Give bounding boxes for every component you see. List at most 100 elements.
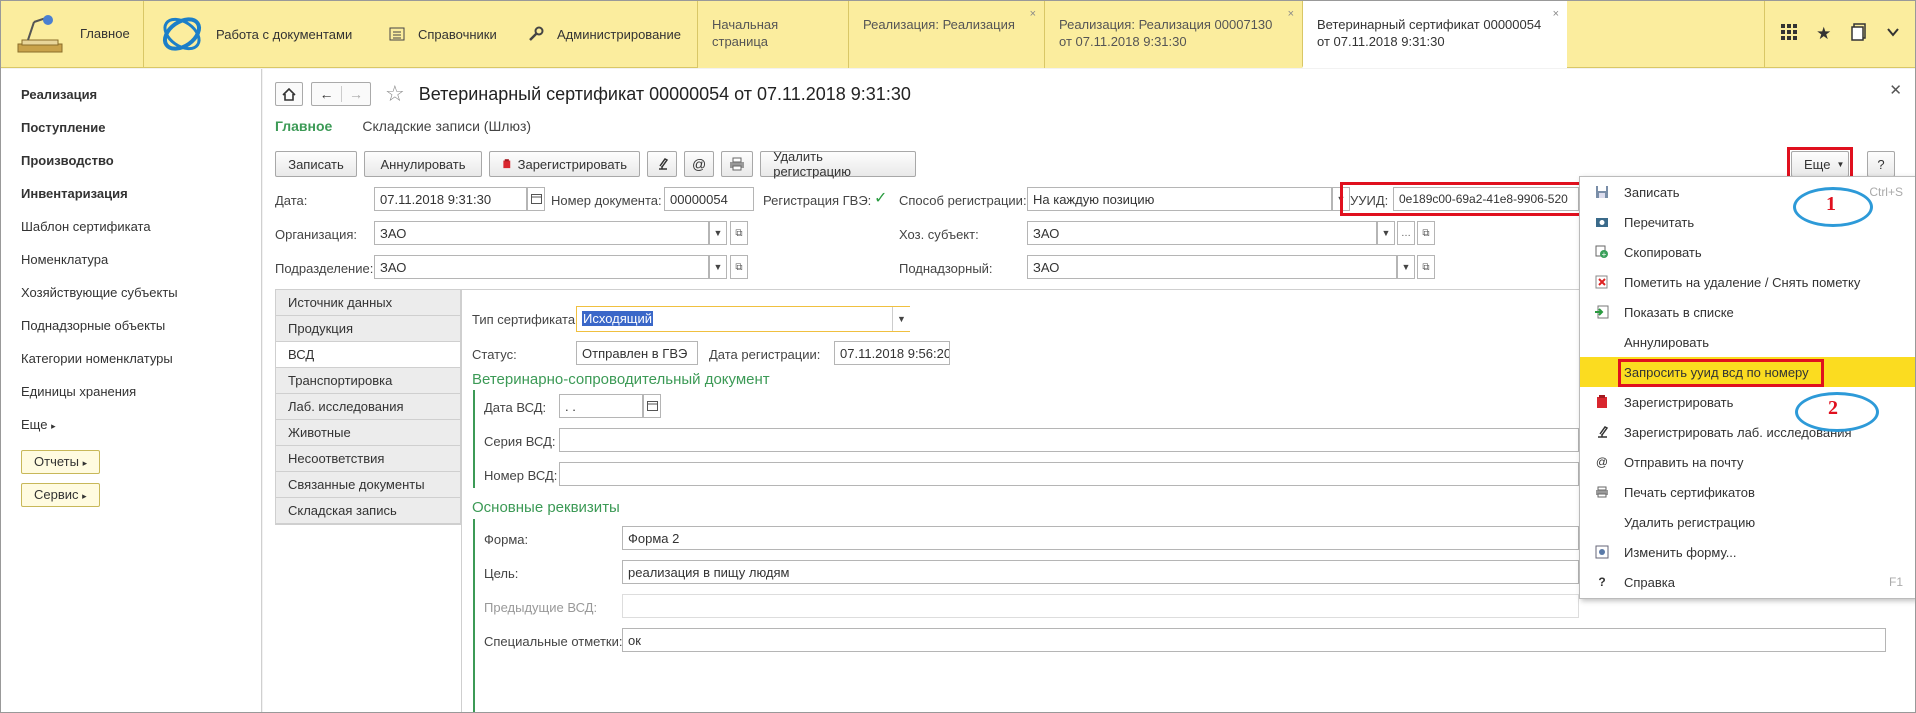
- date-field[interactable]: 07.11.2018 9:31:30: [374, 187, 527, 211]
- form-label: Форма:: [484, 532, 529, 547]
- sidebar-item-inventory[interactable]: Инвентаризация: [21, 186, 261, 219]
- vsd-series-label: Серия ВСД:: [484, 434, 556, 449]
- star-icon[interactable]: ★: [1816, 24, 1831, 44]
- home-section[interactable]: Главное: [0, 0, 144, 68]
- vtab-transport[interactable]: Транспортировка: [276, 368, 460, 394]
- sidebar-item-production[interactable]: Производство: [21, 153, 261, 186]
- open-icon[interactable]: ⧉: [730, 221, 748, 245]
- docnum-field[interactable]: 00000054: [664, 187, 754, 211]
- print-icon: [1594, 484, 1610, 500]
- send-email-button[interactable]: @: [684, 151, 715, 177]
- menu-item-print[interactable]: Печать сертификатов: [1580, 477, 1916, 507]
- tab-sales-doc[interactable]: Реализация: Реализация 00007130 от 07.11…: [1044, 0, 1302, 68]
- at-icon: @: [692, 156, 707, 172]
- section-admin[interactable]: Администрирование: [527, 0, 681, 68]
- menu-item-copy[interactable]: + Скопировать: [1580, 237, 1916, 267]
- history-icon[interactable]: [1851, 22, 1867, 46]
- reports-button[interactable]: Отчеты ▸: [21, 450, 101, 474]
- menu-item-annul[interactable]: Аннулировать: [1580, 327, 1916, 357]
- vtab-vsd[interactable]: ВСД: [276, 342, 460, 368]
- sidebar-item-nomenclature[interactable]: Номенклатура: [21, 252, 261, 285]
- chevron-down-icon[interactable]: [1886, 24, 1900, 44]
- register-button[interactable]: Зарегистрировать: [489, 151, 640, 177]
- open-tabs: Начальная страница Реализация: Реализаци…: [697, 0, 1567, 68]
- form-field[interactable]: Форма 2: [622, 526, 1579, 550]
- open-icon[interactable]: ⧉: [730, 255, 748, 279]
- menu-item-mark-delete[interactable]: Пометить на удаление / Снять пометку: [1580, 267, 1916, 297]
- dropdown-arrow-icon[interactable]: ▼: [709, 255, 727, 279]
- vtab-nonconformities[interactable]: Несоответствия: [276, 446, 460, 472]
- home-button[interactable]: [275, 82, 303, 106]
- dropdown-arrow-icon[interactable]: ▼: [1397, 255, 1415, 279]
- vsd-series-field[interactable]: [559, 428, 1579, 452]
- department-field[interactable]: ЗАО: [374, 255, 709, 279]
- annul-label: Аннулировать: [380, 156, 466, 172]
- sidebar-item-storage-units[interactable]: Единицы хранения: [21, 384, 261, 417]
- subnav-warehouse-records[interactable]: Складские записи (Шлюз): [362, 118, 531, 134]
- lab-register-button[interactable]: [647, 151, 677, 177]
- forward-arrow-icon[interactable]: →: [340, 86, 370, 102]
- sidebar-item-nomenclature-categories[interactable]: Категории номенклатуры: [21, 351, 261, 384]
- special-marks-field[interactable]: ок: [622, 628, 1886, 652]
- menu-item-label: Удалить регистрацию: [1624, 514, 1756, 530]
- tab-vet-certificate[interactable]: Ветеринарный сертификат 00000054 от 07.1…: [1302, 0, 1567, 68]
- section-documents[interactable]: Работа с документами: [160, 0, 352, 68]
- vtab-data-source[interactable]: Источник данных: [276, 290, 460, 316]
- close-icon[interactable]: ×: [1030, 6, 1036, 23]
- supervised-field[interactable]: ЗАО: [1027, 255, 1397, 279]
- vtab-products[interactable]: Продукция: [276, 316, 460, 342]
- goal-field[interactable]: реализация в пищу людям: [622, 560, 1579, 584]
- organization-field[interactable]: ЗАО: [374, 221, 709, 245]
- section-catalogs[interactable]: Справочники: [388, 0, 497, 68]
- sidebar-item-receipts[interactable]: Поступление: [21, 120, 261, 153]
- sidebar-item-supervised-objects[interactable]: Поднадзорные объекты: [21, 318, 261, 351]
- sidebar-more[interactable]: Еще ▸: [21, 417, 261, 450]
- menu-item-show-in-list[interactable]: Показать в списке: [1580, 297, 1916, 327]
- vertical-tabs: Источник данных Продукция ВСД Транспорти…: [275, 289, 461, 525]
- print-button[interactable]: [721, 151, 754, 177]
- gve-registration-checkbox[interactable]: ✓: [874, 188, 887, 208]
- save-button[interactable]: Записать: [275, 151, 357, 177]
- sidebar-item-cert-template[interactable]: Шаблон сертификата: [21, 219, 261, 252]
- close-icon[interactable]: ×: [1553, 6, 1559, 23]
- help-button[interactable]: ?: [1867, 151, 1895, 177]
- vtab-related-docs[interactable]: Связанные документы: [276, 472, 460, 498]
- menu-item-delete-registration[interactable]: Удалить регистрацию: [1580, 507, 1916, 537]
- service-button[interactable]: Сервис ▸: [21, 483, 100, 507]
- select-ellipsis-icon[interactable]: …: [1397, 221, 1415, 245]
- business-entity-field[interactable]: ЗАО: [1027, 221, 1377, 245]
- vtab-warehouse-record[interactable]: Складская запись: [276, 498, 460, 524]
- delete-registration-button[interactable]: Удалить регистрацию: [760, 149, 917, 179]
- sidebar-item-business-entities[interactable]: Хозяйствующие субъекты: [21, 285, 261, 318]
- favorite-star-icon[interactable]: ☆: [385, 81, 405, 107]
- sidebar-item-sales[interactable]: Реализация: [21, 87, 261, 120]
- open-icon[interactable]: ⧉: [1417, 255, 1435, 279]
- calendar-icon[interactable]: [643, 394, 661, 418]
- reg-method-field[interactable]: На каждую позицию: [1027, 187, 1332, 211]
- copy-icon: +: [1594, 244, 1610, 260]
- tab-start-page[interactable]: Начальная страница: [697, 0, 848, 68]
- sidebar-more-label: Еще: [21, 417, 48, 432]
- vsd-date-field[interactable]: . .: [559, 394, 643, 418]
- annul-button[interactable]: Аннулировать: [364, 151, 482, 177]
- cert-type-field[interactable]: Исходящий: [576, 306, 910, 332]
- subnav-main[interactable]: Главное: [275, 118, 332, 134]
- menu-item-send-email[interactable]: @ Отправить на почту: [1580, 447, 1916, 477]
- dropdown-arrow-icon[interactable]: ▼: [892, 307, 910, 331]
- back-arrow-icon[interactable]: ←: [312, 86, 341, 102]
- dropdown-arrow-icon[interactable]: ▼: [709, 221, 727, 245]
- vtab-lab-research[interactable]: Лаб. исследования: [276, 394, 460, 420]
- open-icon[interactable]: ⧉: [1417, 221, 1435, 245]
- calendar-icon[interactable]: [527, 187, 545, 211]
- menu-item-change-form[interactable]: Изменить форму...: [1580, 537, 1916, 567]
- dropdown-arrow-icon[interactable]: ▼: [1377, 221, 1395, 245]
- apps-grid-icon[interactable]: [1780, 23, 1797, 45]
- menu-item-help[interactable]: ? Справка F1: [1580, 567, 1916, 597]
- close-icon[interactable]: ×: [1288, 6, 1294, 23]
- tab-sales-list[interactable]: Реализация: Реализация ×: [848, 0, 1044, 68]
- caret-right-icon: ▸: [51, 421, 56, 431]
- vtab-animals[interactable]: Животные: [276, 420, 460, 446]
- vsd-number-field[interactable]: [559, 462, 1579, 486]
- tab-label: Реализация: Реализация: [863, 17, 1015, 32]
- close-form-icon[interactable]: ✕: [1889, 81, 1902, 99]
